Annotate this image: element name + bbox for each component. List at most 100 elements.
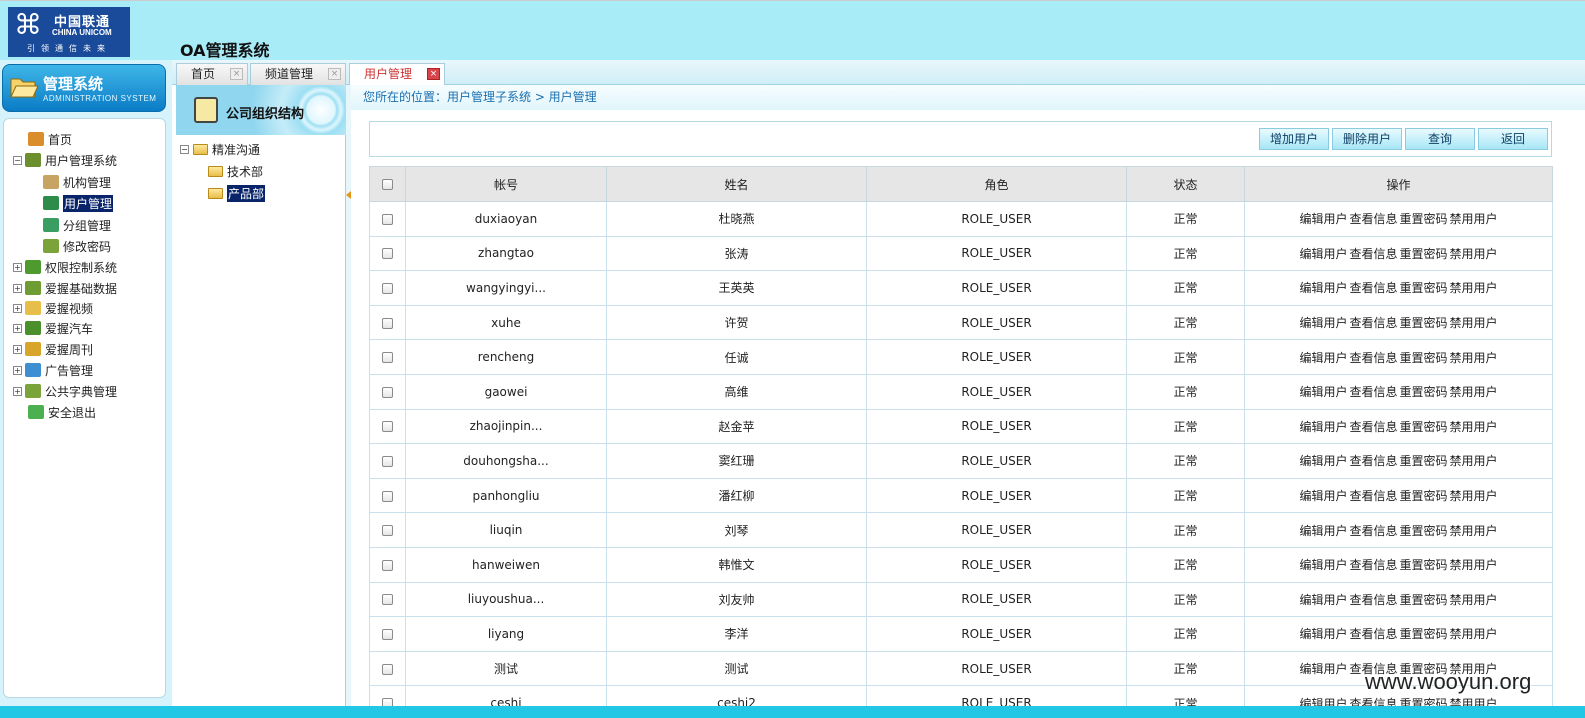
reset-password-link[interactable]: 重置密码 [1400, 247, 1448, 261]
table-row[interactable]: panhongliu 潘红柳 ROLE_USER 正常 编辑用户 查看信息 重置密码 禁用用户 [369, 477, 1553, 514]
disable-user-link[interactable]: 禁用用户 [1450, 247, 1498, 261]
expand-icon[interactable]: + [13, 344, 22, 354]
sidebar-item-video[interactable]: + 爱握视频 [13, 299, 93, 317]
row-checkbox[interactable] [382, 248, 393, 260]
delete-user-button[interactable]: 删除用户 [1332, 128, 1402, 150]
sidebar-item-dictionary[interactable]: + 公共字典管理 [13, 382, 117, 400]
table-row[interactable]: zhaojinpin... 赵金苹 ROLE_USER 正常 编辑用户 查看信息 重置密码禁… [369, 408, 1553, 445]
view-info-link[interactable]: 查看信息 [1349, 627, 1397, 641]
sidebar-item-permission-system[interactable]: + 权限控制系统 [13, 258, 117, 276]
tab-channel-management[interactable]: 频道管理 × [250, 63, 346, 85]
edit-user-link[interactable]: 编辑用户 [1299, 212, 1347, 226]
expand-icon[interactable]: + [13, 262, 22, 272]
sidebar-item-change-password[interactable]: 修改密码 [43, 237, 111, 255]
view-info-link[interactable]: 查看信息 [1349, 558, 1397, 572]
disable-user-link[interactable]: 禁用用户 [1450, 351, 1498, 365]
edit-user-link[interactable]: 编辑用户 [1299, 454, 1347, 468]
reset-password-link[interactable]: 重置密码 [1400, 385, 1448, 399]
table-row[interactable]: liyang 李洋 ROLE_USER 正常 编辑用户 查看信息 重置密码 禁用用户 [369, 616, 1553, 652]
edit-user-link[interactable]: 编辑用户 [1299, 281, 1347, 295]
tab-home[interactable]: 首页 × [176, 63, 248, 85]
sidebar-item-group-management[interactable]: 分组管理 [43, 216, 111, 234]
sidebar-item-ad-management[interactable]: + 广告管理 [13, 361, 93, 379]
reset-password-link[interactable]: 重置密码 [1400, 281, 1448, 295]
row-checkbox[interactable] [382, 455, 393, 467]
row-checkbox[interactable] [382, 213, 393, 225]
org-root-node[interactable]: − 精准沟通 [180, 140, 260, 158]
reset-password-link[interactable]: 重置密码 [1400, 351, 1448, 365]
table-row[interactable]: duxiaoyan 杜晓燕 ROLE_USER 正常 编辑用户 查看信息 重置密码 禁用用户 [369, 201, 1553, 237]
view-info-link[interactable]: 查看信息 [1349, 385, 1397, 399]
view-info-link[interactable]: 查看信息 [1349, 524, 1397, 538]
row-checkbox[interactable] [382, 663, 393, 675]
sidebar-item-user-system[interactable]: − 用户管理系统 [13, 151, 117, 169]
row-checkbox[interactable] [382, 317, 393, 329]
disable-user-link[interactable]: 禁用用户 [1450, 593, 1498, 607]
tab-user-management[interactable]: 用户管理 × [349, 63, 445, 86]
table-row[interactable]: xuhe 许贺 ROLE_USER 正常 编辑用户 查看信息 重置密码 禁用用户 [369, 304, 1553, 341]
view-info-link[interactable]: 查看信息 [1349, 351, 1397, 365]
column-header[interactable]: 帐号 [405, 166, 607, 202]
row-checkbox[interactable] [382, 421, 393, 433]
table-row[interactable]: zhangtao 张涛 ROLE_USER 正常 编辑用户 查看信息 重置密码 禁用用户 [369, 235, 1553, 272]
expand-icon[interactable]: + [13, 303, 22, 313]
disable-user-link[interactable]: 禁用用户 [1450, 281, 1498, 295]
view-info-link[interactable]: 查看信息 [1349, 281, 1397, 295]
close-icon[interactable]: × [427, 68, 440, 80]
disable-user-link[interactable]: 禁用用户 [1450, 558, 1498, 572]
column-header[interactable]: 角色 [866, 166, 1127, 202]
add-user-button[interactable]: 增加用户 [1259, 128, 1329, 150]
select-all-checkbox[interactable] [382, 179, 393, 190]
collapse-icon[interactable]: − [13, 155, 22, 165]
view-info-link[interactable]: 查看信息 [1349, 489, 1397, 503]
view-info-link[interactable]: 查看信息 [1349, 316, 1397, 330]
reset-password-link[interactable]: 重置密码 [1400, 212, 1448, 226]
reset-password-link[interactable]: 重置密码 [1400, 316, 1448, 330]
table-row[interactable]: liuqin 刘琴 ROLE_USER 正常 编辑用户 查看信息 重置密码 禁用用户 [369, 512, 1553, 548]
query-button[interactable]: 查询 [1405, 128, 1475, 150]
table-row[interactable]: douhongsha... 窦红珊 ROLE_USER 正常 编辑用户 查看信息 重置密码禁… [369, 443, 1553, 479]
expand-icon[interactable]: + [13, 323, 22, 333]
edit-user-link[interactable]: 编辑用户 [1299, 627, 1347, 641]
back-button[interactable]: 返回 [1478, 128, 1548, 150]
column-header[interactable]: 姓名 [606, 166, 867, 202]
row-checkbox[interactable] [382, 559, 393, 571]
org-node-product[interactable]: 产品部 [208, 184, 266, 202]
view-info-link[interactable]: 查看信息 [1349, 247, 1397, 261]
column-header[interactable]: 状态 [1126, 166, 1245, 202]
view-info-link[interactable]: 查看信息 [1349, 454, 1397, 468]
sidebar-item-logout[interactable]: 安全退出 [28, 403, 96, 421]
edit-user-link[interactable]: 编辑用户 [1299, 316, 1347, 330]
sidebar-item-user-management[interactable]: 用户管理 [43, 194, 114, 212]
sidebar-item-car[interactable]: + 爱握汽车 [13, 319, 93, 337]
table-row[interactable]: rencheng 任诚 ROLE_USER 正常 编辑用户 查看信息 重置密码 禁用用户 [369, 339, 1553, 375]
table-row[interactable]: hanweiwen 韩惟文 ROLE_USER 正常 编辑用户 查看信息 重置密码 禁用用户 [369, 546, 1553, 583]
reset-password-link[interactable]: 重置密码 [1400, 558, 1448, 572]
expand-icon[interactable]: + [13, 386, 22, 396]
row-checkbox[interactable] [382, 352, 393, 364]
disable-user-link[interactable]: 禁用用户 [1450, 212, 1498, 226]
edit-user-link[interactable]: 编辑用户 [1299, 489, 1347, 503]
row-checkbox[interactable] [382, 490, 393, 502]
reset-password-link[interactable]: 重置密码 [1400, 420, 1448, 434]
reset-password-link[interactable]: 重置密码 [1400, 593, 1448, 607]
edit-user-link[interactable]: 编辑用户 [1299, 662, 1347, 676]
table-row[interactable]: gaowei 高维 ROLE_USER 正常 编辑用户 查看信息 重置密码 禁用用户 [369, 373, 1553, 410]
reset-password-link[interactable]: 重置密码 [1400, 627, 1448, 641]
edit-user-link[interactable]: 编辑用户 [1299, 247, 1347, 261]
disable-user-link[interactable]: 禁用用户 [1450, 454, 1498, 468]
reset-password-link[interactable]: 重置密码 [1400, 524, 1448, 538]
row-checkbox[interactable] [382, 525, 393, 537]
sidebar-item-home[interactable]: 首页 [28, 130, 72, 148]
table-row[interactable]: liuyoushua... 刘友帅 ROLE_USER 正常 编辑用户 查看信息 重置密码禁… [369, 581, 1553, 618]
sidebar-item-base-data[interactable]: + 爱握基础数据 [13, 279, 117, 297]
table-row[interactable]: wangyingyi... 王英英 ROLE_USER 正常 编辑用户 查看信息 重置密码禁… [369, 270, 1553, 306]
expand-icon[interactable]: + [13, 365, 22, 375]
disable-user-link[interactable]: 禁用用户 [1450, 316, 1498, 330]
close-icon[interactable]: × [230, 68, 243, 80]
disable-user-link[interactable]: 禁用用户 [1450, 420, 1498, 434]
disable-user-link[interactable]: 禁用用户 [1450, 524, 1498, 538]
edit-user-link[interactable]: 编辑用户 [1299, 524, 1347, 538]
row-checkbox[interactable] [382, 594, 393, 606]
edit-user-link[interactable]: 编辑用户 [1299, 385, 1347, 399]
